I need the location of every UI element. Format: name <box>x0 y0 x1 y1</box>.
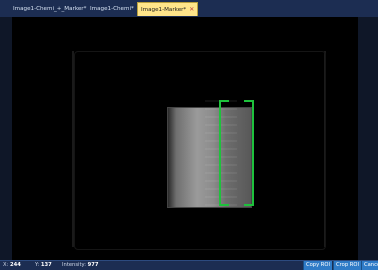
document-tab-bar: Image1-Chemi_+_Marker* Image1-Chemi* Ima… <box>0 0 378 18</box>
tab-label: Image1-Chemi* <box>90 6 134 12</box>
close-icon[interactable]: ✕ <box>189 6 194 13</box>
roi-selection-box[interactable] <box>219 100 254 206</box>
roi-handle-top-left[interactable] <box>219 100 229 102</box>
y-coordinate-readout: Y: 137 <box>35 262 52 268</box>
roi-handle-bottom-left[interactable] <box>219 204 229 206</box>
tab-image1-marker[interactable]: Image1-Marker* ✕ <box>137 2 199 16</box>
tab-image1-chemi[interactable]: Image1-Chemi* <box>87 3 137 15</box>
tab-image1-chemi-marker[interactable]: Image1-Chemi_+_Marker* <box>10 3 89 15</box>
x-coordinate-readout: X: 244 <box>3 262 21 268</box>
image-viewer <box>0 17 378 260</box>
tab-label: Image1-Marker* <box>141 7 187 13</box>
image-canvas[interactable] <box>12 17 358 260</box>
roi-handle-top-right[interactable] <box>244 100 254 102</box>
intensity-readout: Intensity: 977 <box>62 262 99 268</box>
roi-handle-bottom-right[interactable] <box>244 204 254 206</box>
tab-label: Image1-Chemi_+_Marker* <box>13 6 87 12</box>
